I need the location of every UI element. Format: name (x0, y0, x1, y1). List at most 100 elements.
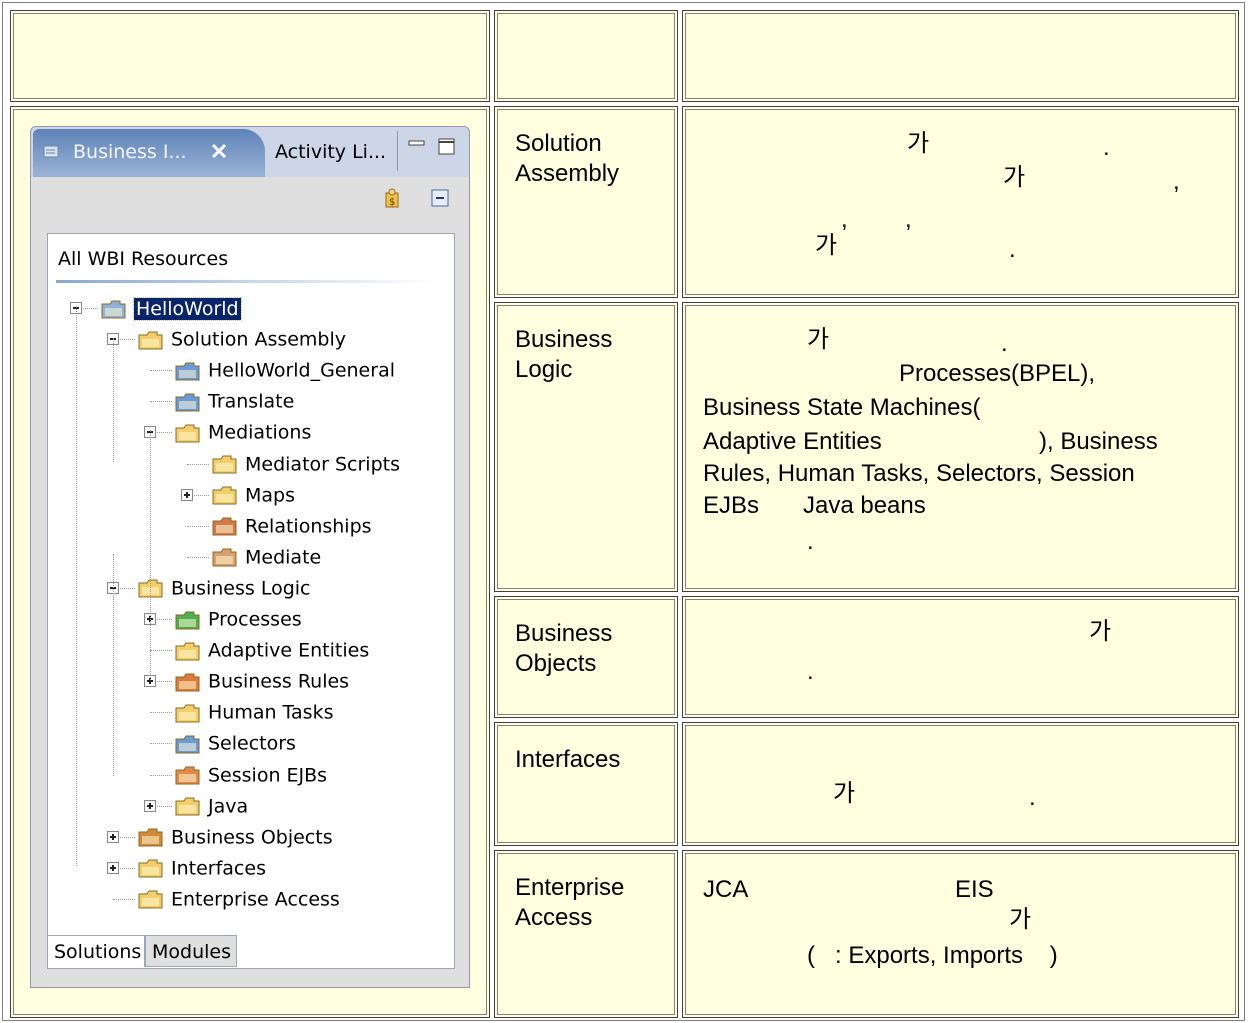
desc-text: , (1173, 168, 1180, 195)
tree-node-label: Processes (208, 608, 302, 631)
folder-open-icon (137, 328, 165, 352)
project-icon (100, 297, 128, 321)
row-desc-cell: 가 . (682, 596, 1239, 718)
tree-node-label: Interfaces (171, 857, 266, 880)
tree-node[interactable]: Processes (174, 605, 302, 633)
tree-node-label: Solution Assembly (171, 328, 347, 351)
collapse-all-icon[interactable] (429, 187, 453, 211)
business-logic-folder-icon (137, 576, 165, 600)
expand-icon[interactable] (144, 799, 156, 812)
expand-icon[interactable] (107, 861, 119, 874)
expand-icon[interactable] (107, 830, 119, 843)
desc-text: . (1009, 236, 1016, 263)
tree-connector (150, 650, 172, 652)
tree-node-label: Business Logic (171, 577, 311, 600)
row-desc-cell: 가 . (682, 722, 1239, 846)
desc-text: Processes(BPEL), (899, 360, 1096, 387)
tree-node[interactable]: Interfaces (137, 854, 266, 882)
row-label: Business Logic (515, 326, 613, 383)
desc-text: ), Business (1039, 428, 1158, 455)
tree-node[interactable]: HelloWorld (100, 294, 242, 322)
tree-node[interactable]: Business Rules (174, 667, 349, 695)
row-desc-cell: 가 . 가 , , , 가 . (682, 106, 1239, 298)
assembly-diagram-icon (174, 390, 202, 414)
tree-node[interactable]: Translate (174, 387, 294, 415)
desc-text: 가 (1009, 906, 1032, 933)
desc-text: ( : Exports, Imports ) (807, 942, 1058, 969)
business-rules-icon (174, 670, 202, 694)
adaptive-entities-icon (174, 639, 202, 663)
tree-node-label: Human Tasks (208, 701, 334, 724)
tree-connector (150, 774, 172, 776)
filter-icon[interactable]: $ (381, 187, 405, 211)
tree-node[interactable]: Business Objects (137, 823, 333, 851)
tree-node-label: Relationships (245, 515, 372, 538)
tree-connector (150, 743, 172, 745)
tab-label: Modules (152, 941, 231, 963)
tree-node[interactable]: Maps (211, 481, 295, 509)
relationships-icon (211, 514, 239, 538)
tree-node[interactable]: Adaptive Entities (174, 636, 369, 664)
tree-node[interactable]: Java (174, 792, 248, 820)
tree-node[interactable]: HelloWorld_General (174, 356, 395, 384)
tree-node-label: Business Objects (171, 826, 333, 849)
tree-node-label: Java (208, 795, 249, 818)
resource-tree: All WBI Resources HelloWorld Solution Ass… (47, 233, 455, 969)
tree-node-label: Business Rules (208, 670, 350, 693)
tab-activity-list[interactable]: Activity Li... (265, 129, 395, 177)
view-toolbar: $ (31, 177, 469, 223)
tab-title: Activity Li... (275, 141, 387, 163)
tree-connector (187, 525, 209, 527)
tree-guide-line (113, 338, 114, 462)
desc-text: . (1103, 134, 1110, 161)
processes-folder-icon (174, 608, 202, 632)
tree-node[interactable]: Mediate (211, 543, 321, 571)
tree-node-label: Session EJBs (208, 764, 328, 786)
tree-node[interactable]: Selectors (174, 729, 296, 757)
tree-connector (187, 463, 209, 465)
tree-node[interactable]: Relationships (211, 512, 372, 540)
tree-node-label: Maps (245, 484, 295, 507)
expand-icon[interactable] (181, 488, 193, 501)
selectors-icon (174, 732, 202, 756)
tree-node-label: Enterprise Access (171, 888, 340, 911)
tree-connector (150, 401, 172, 403)
tree-node[interactable]: Human Tasks (174, 698, 333, 726)
tree-node[interactable]: Session EJBs (174, 761, 327, 789)
row-label-cell: Enterprise Access (494, 850, 678, 1018)
assembly-diagram-icon (174, 359, 202, 383)
tab-label: Solutions (54, 941, 142, 963)
close-icon[interactable] (209, 141, 229, 161)
tree-node[interactable]: Solution Assembly (137, 325, 346, 353)
row-label: Interfaces (515, 746, 621, 773)
tab-title: Business I... (73, 141, 187, 163)
tree-node[interactable]: Business Logic (137, 574, 311, 602)
desc-text: , (905, 206, 912, 233)
tree-node[interactable]: Mediations (174, 418, 311, 446)
desc-text: . (1001, 330, 1008, 357)
minimize-icon[interactable] (407, 137, 427, 157)
tab-business-integration[interactable]: Business I... (33, 129, 265, 177)
tree-guide-line (76, 306, 77, 866)
desc-text: . (807, 528, 814, 555)
desc-text: Adaptive Entities (703, 428, 882, 455)
tree-node-label: Mediations (208, 421, 312, 444)
tab-solutions[interactable]: Solutions (47, 935, 145, 967)
tab-modules[interactable]: Modules (145, 935, 237, 967)
desc-text: 가 (907, 130, 930, 157)
tree-connector (187, 556, 209, 558)
row-label: Business Objects (515, 620, 613, 677)
tree-connector (113, 898, 135, 900)
java-folder-icon (174, 794, 202, 818)
desc-text: 가 (815, 232, 838, 259)
header-cell-2 (494, 10, 678, 102)
row-label-cell: Business Logic (494, 302, 678, 592)
row-desc-cell: JCA EIS 가 ( : Exports, Imports ) (682, 850, 1239, 1018)
business-objects-icon (137, 825, 165, 849)
mediate-icon (211, 545, 239, 569)
tree-node[interactable]: Enterprise Access (137, 885, 340, 913)
svg-text:$: $ (389, 197, 395, 208)
row-desc-cell: 가 . Processes(BPEL), Business State Mach… (682, 302, 1239, 592)
maximize-icon[interactable] (437, 137, 457, 157)
tree-node[interactable]: Mediator Scripts (211, 450, 400, 478)
